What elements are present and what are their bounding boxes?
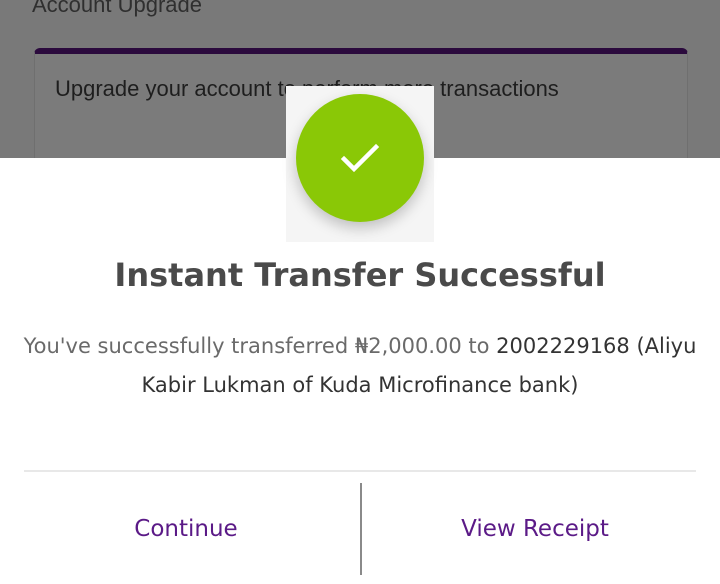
actions-separator bbox=[360, 483, 362, 575]
section-title: Account Upgrade bbox=[32, 0, 202, 17]
dialog-message: You've successfully transferred ₦2,000.0… bbox=[20, 327, 700, 405]
check-icon bbox=[340, 142, 380, 174]
continue-button[interactable]: Continue bbox=[24, 484, 348, 574]
message-prefix: You've successfully transferred bbox=[23, 334, 355, 358]
transfer-amount: ₦2,000.00 bbox=[354, 334, 462, 358]
message-to: to bbox=[461, 334, 497, 358]
app-screen: Account Upgrade Upgrade your account to … bbox=[0, 0, 720, 584]
dialog-title: Instant Transfer Successful bbox=[114, 256, 606, 294]
success-badge bbox=[296, 94, 424, 222]
actions-divider bbox=[24, 470, 696, 472]
view-receipt-button[interactable]: View Receipt bbox=[374, 484, 696, 574]
